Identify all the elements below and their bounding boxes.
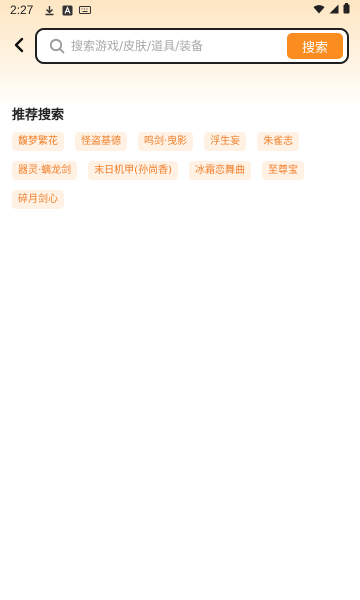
status-bar: 2:27 (0, 0, 360, 20)
battery-icon (343, 3, 350, 17)
recommended-tag[interactable]: 碎月剑心 (12, 190, 64, 209)
chevron-left-icon (14, 37, 23, 53)
recommended-title: 推荐搜索 (12, 108, 65, 123)
recommended-tag[interactable]: 至尊宝 (262, 161, 304, 180)
recommended-tag[interactable]: 浮生妄 (204, 132, 247, 151)
recommended-tag[interactable]: 怪盗基德 (75, 132, 127, 151)
recommended-tag[interactable]: 鸣剑·曳影 (138, 132, 194, 151)
recommended-tag[interactable]: 末日机甲(孙尚香) (88, 161, 178, 180)
recommended-tag[interactable]: 器灵·螭龙剑 (12, 161, 78, 180)
search-bar: 搜索 (0, 26, 360, 66)
signal-icon (329, 4, 339, 17)
wifi-icon (313, 4, 325, 17)
recommended-tag[interactable]: 朱雀志 (257, 132, 300, 151)
search-button[interactable]: 搜索 (287, 33, 343, 59)
recommended-tag-list: 馥梦繁花 怪盗基德 鸣剑·曳影 浮生妄 朱雀志 器灵·螭龙剑 末日机甲(孙尚香)… (12, 132, 348, 209)
status-time: 2:27 (10, 3, 34, 17)
recommended-tag[interactable]: 馥梦繁花 (12, 132, 64, 151)
search-icon (49, 38, 65, 54)
back-button[interactable] (8, 34, 28, 56)
font-icon (61, 4, 73, 16)
search-box[interactable]: 搜索 (35, 28, 349, 64)
download-icon (43, 4, 55, 16)
recommended-tag[interactable]: 冰霜恋舞曲 (189, 161, 251, 180)
keyboard-icon (79, 4, 92, 16)
search-input[interactable] (71, 34, 281, 58)
